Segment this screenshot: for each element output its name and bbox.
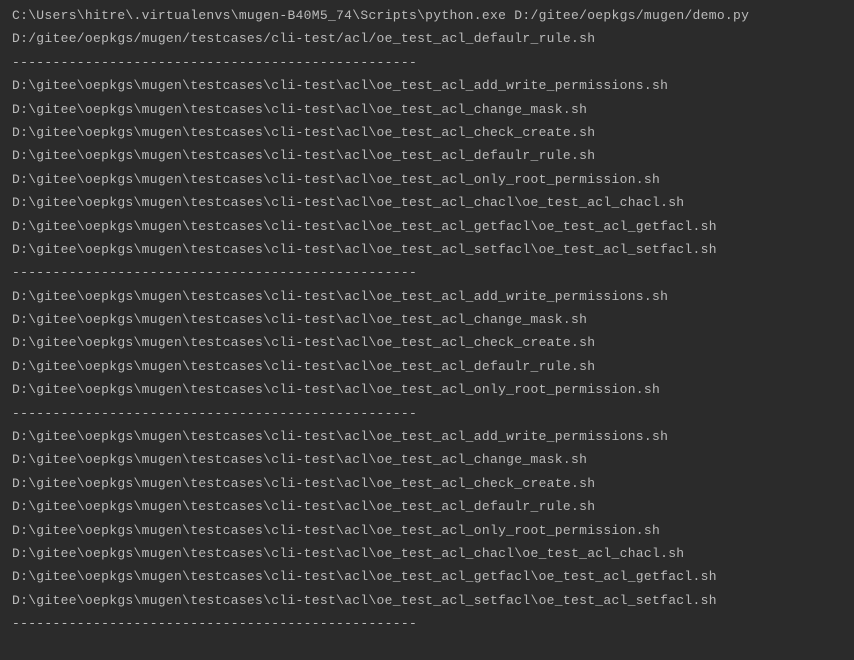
output-path-line: D:\gitee\oepkgs\mugen\testcases\cli-test… — [12, 425, 854, 448]
command-line: C:\Users\hitre\.virtualenvs\mugen-B40M5_… — [12, 4, 854, 27]
script-path: D:/gitee/oepkgs/mugen/demo.py — [514, 8, 749, 23]
output-path-line: D:\gitee\oepkgs\mugen\testcases\cli-test… — [12, 144, 854, 167]
output-path-line: D:\gitee\oepkgs\mugen\testcases\cli-test… — [12, 542, 854, 565]
output-path-line: D:\gitee\oepkgs\mugen\testcases\cli-test… — [12, 215, 854, 238]
output-path-line: D:\gitee\oepkgs\mugen\testcases\cli-test… — [12, 378, 854, 401]
output-path-line: D:\gitee\oepkgs\mugen\testcases\cli-test… — [12, 191, 854, 214]
output-path-line: D:\gitee\oepkgs\mugen\testcases\cli-test… — [12, 355, 854, 378]
output-path-line: D:\gitee\oepkgs\mugen\testcases\cli-test… — [12, 472, 854, 495]
output-path-line: D:\gitee\oepkgs\mugen\testcases\cli-test… — [12, 238, 854, 261]
separator-line: ----------------------------------------… — [12, 612, 854, 635]
output-path-line: D:\gitee\oepkgs\mugen\testcases\cli-test… — [12, 121, 854, 144]
output-path-line: D:\gitee\oepkgs\mugen\testcases\cli-test… — [12, 308, 854, 331]
separator-line: ----------------------------------------… — [12, 402, 854, 425]
output-path-line: D:\gitee\oepkgs\mugen\testcases\cli-test… — [12, 331, 854, 354]
separator-line: ----------------------------------------… — [12, 51, 854, 74]
output-path-line: D:\gitee\oepkgs\mugen\testcases\cli-test… — [12, 98, 854, 121]
output-path-line: D:\gitee\oepkgs\mugen\testcases\cli-test… — [12, 495, 854, 518]
output-path-line: D:\gitee\oepkgs\mugen\testcases\cli-test… — [12, 448, 854, 471]
terminal-output[interactable]: C:\Users\hitre\.virtualenvs\mugen-B40M5_… — [0, 4, 854, 636]
output-path-line: D:\gitee\oepkgs\mugen\testcases\cli-test… — [12, 168, 854, 191]
initial-output-path: D:/gitee/oepkgs/mugen/testcases/cli-test… — [12, 27, 854, 50]
separator-line: ----------------------------------------… — [12, 261, 854, 284]
output-path-line: D:\gitee\oepkgs\mugen\testcases\cli-test… — [12, 519, 854, 542]
output-path-line: D:\gitee\oepkgs\mugen\testcases\cli-test… — [12, 589, 854, 612]
python-exe-path: C:\Users\hitre\.virtualenvs\mugen-B40M5_… — [12, 8, 506, 23]
output-path-line: D:\gitee\oepkgs\mugen\testcases\cli-test… — [12, 74, 854, 97]
output-path-line: D:\gitee\oepkgs\mugen\testcases\cli-test… — [12, 565, 854, 588]
output-path-line: D:\gitee\oepkgs\mugen\testcases\cli-test… — [12, 285, 854, 308]
